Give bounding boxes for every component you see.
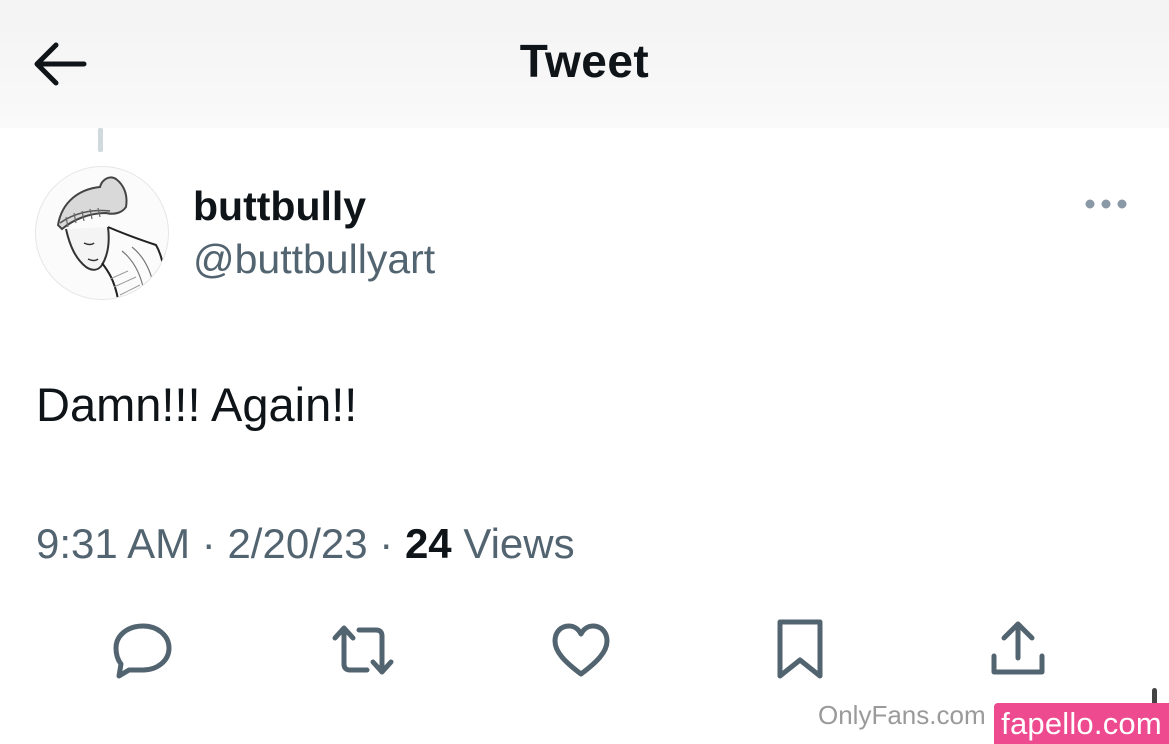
more-icon bbox=[1085, 199, 1127, 209]
like-button[interactable] bbox=[545, 614, 617, 686]
meta-separator: · bbox=[201, 520, 216, 567]
avatar[interactable] bbox=[35, 166, 169, 300]
top-bar: Tweet bbox=[0, 0, 1169, 128]
site-watermark: fapello.com bbox=[994, 703, 1169, 744]
views-label[interactable]: Views bbox=[463, 520, 574, 567]
more-options-button[interactable] bbox=[1078, 188, 1134, 220]
author-handle[interactable]: @buttbullyart bbox=[193, 236, 435, 283]
tweet-time: 9:31 AM bbox=[36, 520, 191, 567]
heart-icon bbox=[552, 623, 610, 677]
tweet-date: 2/20/23 bbox=[227, 520, 368, 567]
retweet-icon bbox=[332, 625, 394, 675]
views-count[interactable]: 24 bbox=[405, 520, 452, 567]
page-title: Tweet bbox=[519, 35, 650, 87]
author-display-name[interactable]: buttbully bbox=[193, 183, 366, 230]
share-icon bbox=[991, 621, 1045, 675]
meta-separator: · bbox=[379, 520, 394, 567]
bookmark-icon bbox=[777, 619, 823, 679]
share-button[interactable] bbox=[982, 614, 1054, 686]
tweet-meta: 9:31 AM · 2/20/23 · 24 Views bbox=[36, 520, 575, 568]
reply-icon bbox=[113, 623, 172, 679]
thread-connector bbox=[98, 128, 103, 152]
tweet-text: Damn!!! Again!! bbox=[36, 378, 358, 431]
bookmark-button[interactable] bbox=[764, 614, 836, 686]
reply-button[interactable] bbox=[107, 614, 179, 686]
source-watermark: OnlyFans.com bbox=[818, 700, 986, 730]
retweet-button[interactable] bbox=[327, 614, 399, 686]
